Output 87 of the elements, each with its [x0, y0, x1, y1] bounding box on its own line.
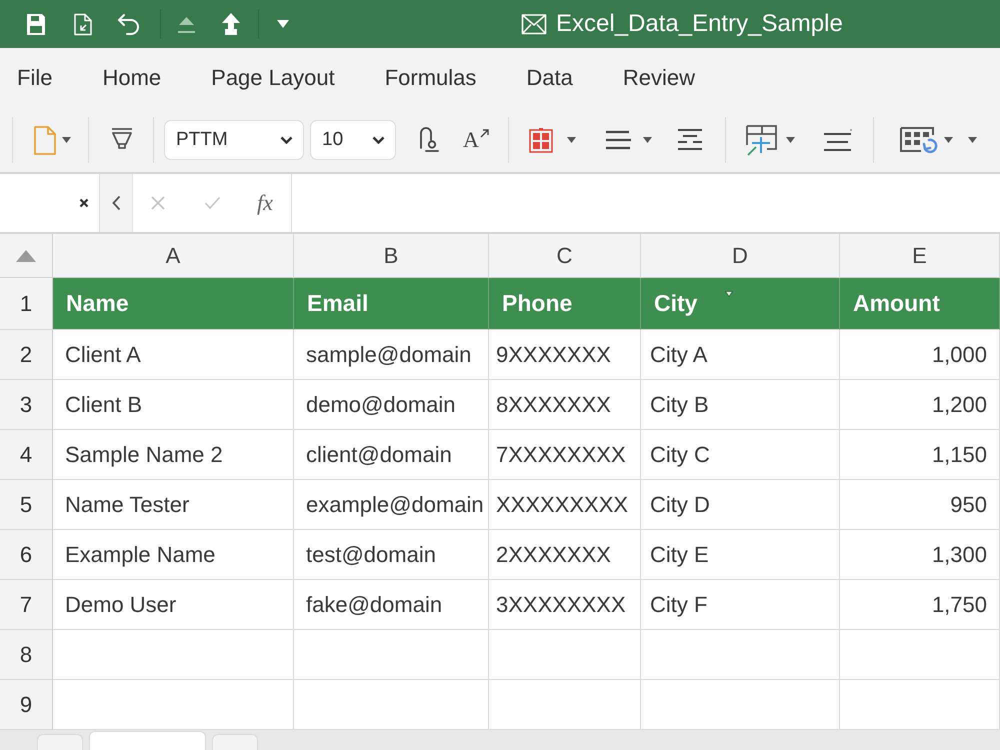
close-icon[interactable] [79, 198, 89, 208]
menu-item[interactable]: Formulas [384, 65, 476, 91]
table-cell: 2XXXXXXX [489, 530, 641, 580]
table-icon[interactable] [744, 124, 779, 156]
table-cell: City D [641, 480, 840, 530]
menu-item[interactable]: File [17, 65, 52, 91]
grid-icon[interactable] [528, 127, 553, 153]
column-header[interactable]: A [53, 234, 294, 278]
table-cell: 9XXXXXXX [489, 330, 641, 380]
triangle-icon [16, 250, 36, 262]
row-header[interactable]: 3 [0, 380, 53, 430]
row-header[interactable]: 4 [0, 430, 53, 480]
chevron-down-icon [280, 136, 293, 144]
row-header[interactable]: 2 [0, 330, 53, 380]
table-cell: Name Tester [53, 480, 294, 530]
arrow-up-right-icon [480, 129, 489, 138]
row-header[interactable]: 7 [0, 580, 53, 630]
table-cell: demo@domain [294, 380, 489, 430]
lines-icon[interactable] [822, 128, 853, 152]
window-title: Excel_Data_Entry_Sample [556, 10, 843, 38]
chevron-left-icon [112, 195, 120, 211]
font-select[interactable]: PTTM [164, 120, 304, 160]
table-cell: client@domain [294, 430, 489, 480]
envelope-icon [521, 13, 547, 35]
table-cell: 1,300 [840, 530, 1000, 580]
column-header[interactable]: E [840, 234, 1000, 278]
table-cell: 3XXXXXXXX [489, 580, 641, 630]
table-cell: Example Name [53, 530, 294, 580]
table-cell: City F [641, 580, 840, 630]
grid-icon[interactable] [898, 125, 939, 155]
row-header[interactable]: 6 [0, 530, 53, 580]
arrow-up-icon[interactable] [220, 12, 242, 36]
table-cell: 1,200 [840, 380, 1000, 430]
row-header[interactable]: 9 [0, 680, 53, 730]
column-header[interactable]: B [294, 234, 489, 278]
table-cell: Sample Name 2 [53, 430, 294, 480]
row-header[interactable]: 1 [0, 278, 53, 330]
table-cell: 1,750 [840, 580, 1000, 630]
table-cell: example@domain [294, 480, 489, 530]
header-cell: Email [294, 278, 489, 330]
caret-icon[interactable] [944, 137, 953, 143]
table-cell: 1,000 [840, 330, 1000, 380]
menu-item[interactable]: Data [526, 65, 573, 91]
hook-icon[interactable] [417, 126, 441, 154]
table-cell: City B [641, 380, 840, 430]
table-cell: Demo User [53, 580, 294, 630]
table-cell: Client A [53, 330, 294, 380]
caret-icon[interactable] [566, 137, 576, 143]
caret-icon[interactable] [62, 137, 71, 143]
caret-icon[interactable] [277, 20, 289, 28]
table-cell: Client B [53, 380, 294, 430]
table-cell: sample@domain [294, 330, 489, 380]
table-cell: XXXXXXXXX [489, 480, 641, 530]
table-cell: 950 [840, 480, 1000, 530]
row-header[interactable]: 5 [0, 480, 53, 530]
menu-item[interactable]: Review [622, 65, 695, 91]
table-cell: City E [641, 530, 840, 580]
document-arrow-icon[interactable] [73, 12, 93, 36]
lines-icon[interactable] [604, 129, 632, 151]
menu-item[interactable]: Home [102, 65, 162, 91]
table-cell: 7XXXXXXXX [489, 430, 641, 480]
grow-font-button[interactable]: A [463, 129, 489, 151]
header-cell: Amount [840, 278, 1000, 330]
undo-icon[interactable] [117, 13, 140, 35]
header-cell: Name [53, 278, 294, 330]
table-cell: test@domain [294, 530, 489, 580]
caret-icon[interactable] [786, 137, 795, 143]
table-cell: 8XXXXXXX [489, 380, 641, 430]
check-icon[interactable] [204, 196, 221, 210]
column-header[interactable]: C [489, 234, 641, 278]
menu-item[interactable]: Page Layout [211, 65, 335, 91]
header-cell: City [641, 278, 840, 330]
save-icon[interactable] [26, 12, 46, 36]
table-cell: 1,150 [840, 430, 1000, 480]
align-center-icon[interactable] [676, 128, 704, 152]
font-size-select[interactable]: 10 [310, 120, 396, 160]
row-header[interactable]: 8 [0, 630, 53, 680]
table-cell: City C [641, 430, 840, 480]
header-cell: Phone [489, 278, 641, 330]
filter-caret-icon[interactable] [725, 291, 733, 297]
table-cell: fake@domain [294, 580, 489, 630]
caret-icon[interactable] [968, 137, 977, 143]
chevron-down-icon [372, 136, 385, 144]
column-header[interactable]: D [641, 234, 840, 278]
insert-function-button[interactable]: fx [257, 190, 273, 216]
table-cell: City A [641, 330, 840, 380]
caret-icon[interactable] [642, 137, 652, 143]
